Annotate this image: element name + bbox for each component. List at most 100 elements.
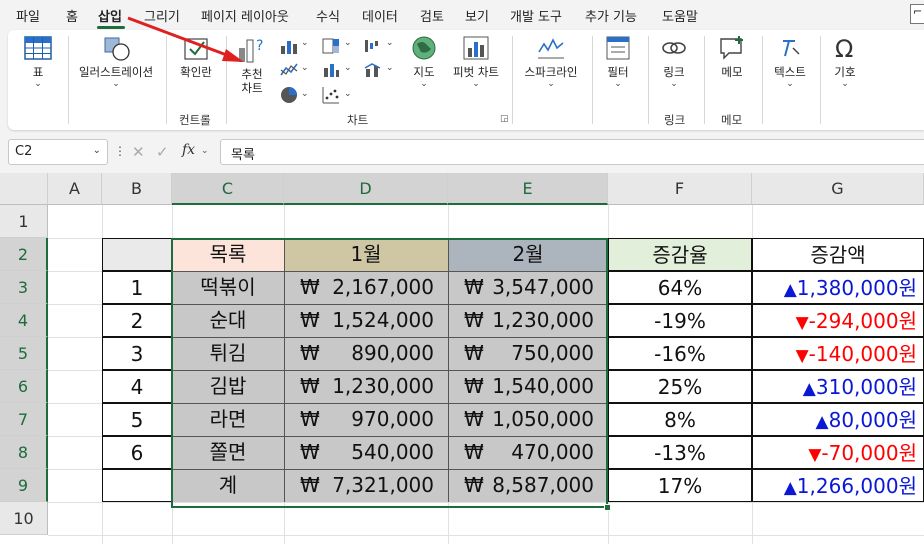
hierarchy-chart-icon[interactable] bbox=[322, 38, 340, 54]
row-header-3[interactable]: 3 bbox=[0, 271, 48, 304]
item-cell[interactable]: 순대 bbox=[172, 304, 284, 337]
month1-amount-cell[interactable]: ₩7,321,000 bbox=[284, 469, 448, 502]
row-no-cell[interactable]: 1 bbox=[102, 271, 172, 304]
waterfall-chart-icon[interactable] bbox=[364, 38, 382, 54]
pivot-chart-button[interactable]: 피벗 차트 ⌄ bbox=[446, 34, 506, 89]
menu-data[interactable]: 데이터 bbox=[362, 6, 398, 25]
rate-cell[interactable]: 8% bbox=[608, 403, 752, 436]
row-header-2[interactable]: 2 bbox=[0, 238, 48, 271]
row-header-10[interactable]: 10 bbox=[0, 502, 48, 535]
month1-amount-cell[interactable]: ₩1,524,000 bbox=[284, 304, 448, 337]
menu-view[interactable]: 보기 bbox=[465, 6, 489, 25]
header-diff-cell[interactable]: 증감액 bbox=[752, 238, 924, 271]
item-cell[interactable]: 떡볶이 bbox=[172, 271, 284, 304]
column-header-c[interactable]: C bbox=[172, 173, 284, 205]
row-no-cell[interactable]: 5 bbox=[102, 403, 172, 436]
rate-cell[interactable]: 25% bbox=[608, 370, 752, 403]
header-rate-cell[interactable]: 증감율 bbox=[608, 238, 752, 271]
menu-page-layout[interactable]: 페이지 레이아웃 bbox=[201, 6, 289, 25]
dialog-launcher-icon[interactable]: ◲ bbox=[500, 114, 509, 124]
month2-amount-cell[interactable]: ₩1,230,000 bbox=[448, 304, 608, 337]
total-no-cell[interactable] bbox=[102, 469, 172, 502]
enter-icon[interactable]: ✓ bbox=[156, 143, 169, 161]
menu-addins[interactable]: 추가 기능 bbox=[585, 6, 637, 25]
comment-button[interactable]: 메모 bbox=[714, 34, 750, 79]
month2-amount-cell[interactable]: ₩8,587,000 bbox=[448, 469, 608, 502]
item-cell[interactable]: 튀김 bbox=[172, 337, 284, 370]
item-cell[interactable]: 라면 bbox=[172, 403, 284, 436]
item-cell[interactable]: 쫄면 bbox=[172, 436, 284, 469]
rate-cell[interactable]: -13% bbox=[608, 436, 752, 469]
diff-cell[interactable]: ▼-70,000원 bbox=[752, 436, 924, 469]
rate-cell[interactable]: -16% bbox=[608, 337, 752, 370]
row-header-7[interactable]: 7 bbox=[0, 403, 48, 436]
menu-file[interactable]: 파일 bbox=[16, 6, 40, 25]
table-button[interactable]: 표 ⌄ bbox=[20, 34, 56, 89]
row-header-9[interactable]: 9 bbox=[0, 469, 48, 502]
fill-handle[interactable] bbox=[604, 504, 611, 511]
row-header-8[interactable]: 8 bbox=[0, 436, 48, 469]
ribbon-display-options-icon[interactable]: ⌐ bbox=[910, 4, 924, 24]
insert-function-button[interactable]: fx bbox=[182, 142, 195, 158]
illustrations-button[interactable]: 일러스트레이션 ⌄ bbox=[72, 34, 160, 89]
statistic-chart-icon[interactable] bbox=[322, 62, 340, 78]
menu-draw[interactable]: 그리기 bbox=[144, 6, 180, 25]
row-no-cell[interactable]: 2 bbox=[102, 304, 172, 337]
menu-formulas[interactable]: 수식 bbox=[316, 6, 340, 25]
column-header-d[interactable]: D bbox=[284, 173, 448, 205]
select-all-corner[interactable] bbox=[0, 173, 48, 205]
month1-amount-cell[interactable]: ₩540,000 bbox=[284, 436, 448, 469]
column-header-f[interactable]: F bbox=[608, 173, 752, 205]
diff-cell[interactable]: ▼-140,000원 bbox=[752, 337, 924, 370]
item-cell[interactable]: 김밥 bbox=[172, 370, 284, 403]
menu-developer[interactable]: 개발 도구 bbox=[510, 6, 562, 25]
month1-amount-cell[interactable]: ₩2,167,000 bbox=[284, 271, 448, 304]
diff-cell[interactable]: ▲1,266,000원 bbox=[752, 469, 924, 502]
column-chart-icon[interactable] bbox=[280, 38, 298, 54]
row-no-cell[interactable]: 4 bbox=[102, 370, 172, 403]
name-box[interactable]: C2 ⌄ bbox=[8, 139, 108, 165]
maps-button[interactable]: 지도 ⌄ bbox=[406, 34, 442, 89]
scatter-chart-icon[interactable] bbox=[322, 86, 340, 104]
row-header-6[interactable]: 6 bbox=[0, 370, 48, 403]
menu-insert[interactable]: 삽입 bbox=[98, 6, 122, 25]
diff-cell[interactable]: ▲310,000원 bbox=[752, 370, 924, 403]
month1-amount-cell[interactable]: ₩970,000 bbox=[284, 403, 448, 436]
rate-cell[interactable]: 64% bbox=[608, 271, 752, 304]
month2-amount-cell[interactable]: ₩1,050,000 bbox=[448, 403, 608, 436]
column-header-e[interactable]: E bbox=[448, 173, 608, 205]
total-item-cell[interactable]: 계 bbox=[172, 469, 284, 502]
sparklines-button[interactable]: 스파크라인 ⌄ bbox=[518, 34, 584, 89]
month2-amount-cell[interactable]: ₩470,000 bbox=[448, 436, 608, 469]
month2-amount-cell[interactable]: ₩1,540,000 bbox=[448, 370, 608, 403]
text-button[interactable]: 텍스트 ⌄ bbox=[768, 34, 812, 89]
more-options-icon[interactable]: ⋮ bbox=[114, 144, 126, 158]
symbols-button[interactable]: Ω 기호 ⌄ bbox=[828, 34, 862, 89]
header-no-cell[interactable] bbox=[102, 238, 172, 271]
menu-help[interactable]: 도움말 bbox=[662, 6, 698, 25]
row-no-cell[interactable]: 3 bbox=[102, 337, 172, 370]
rate-cell[interactable]: 17% bbox=[608, 469, 752, 502]
row-header-4[interactable]: 4 bbox=[0, 304, 48, 337]
column-header-b[interactable]: B bbox=[102, 173, 172, 205]
line-chart-icon[interactable] bbox=[280, 62, 298, 78]
month2-amount-cell[interactable]: ₩750,000 bbox=[448, 337, 608, 370]
pie-chart-icon[interactable] bbox=[280, 86, 298, 104]
cancel-icon[interactable]: ✕ bbox=[132, 143, 145, 161]
month2-amount-cell[interactable]: ₩3,547,000 bbox=[448, 271, 608, 304]
row-no-cell[interactable]: 6 bbox=[102, 436, 172, 469]
link-button[interactable]: 링크 ⌄ bbox=[656, 34, 692, 89]
menu-review[interactable]: 검토 bbox=[420, 6, 444, 25]
filter-button[interactable]: 필터 ⌄ bbox=[600, 34, 636, 89]
checkbox-button[interactable]: 확인란 bbox=[172, 34, 220, 79]
row-header-1[interactable]: 1 bbox=[0, 205, 48, 238]
column-header-a[interactable]: A bbox=[48, 173, 102, 205]
header-month2-cell[interactable]: 2월 bbox=[448, 238, 608, 271]
row-header-5[interactable]: 5 bbox=[0, 337, 48, 370]
menu-home[interactable]: 홈 bbox=[66, 6, 78, 25]
month1-amount-cell[interactable]: ₩1,230,000 bbox=[284, 370, 448, 403]
combo-chart-icon[interactable] bbox=[364, 62, 382, 78]
header-item-cell[interactable]: 목록 bbox=[172, 238, 284, 271]
header-month1-cell[interactable]: 1월 bbox=[284, 238, 448, 271]
column-header-g[interactable]: G bbox=[752, 173, 924, 205]
